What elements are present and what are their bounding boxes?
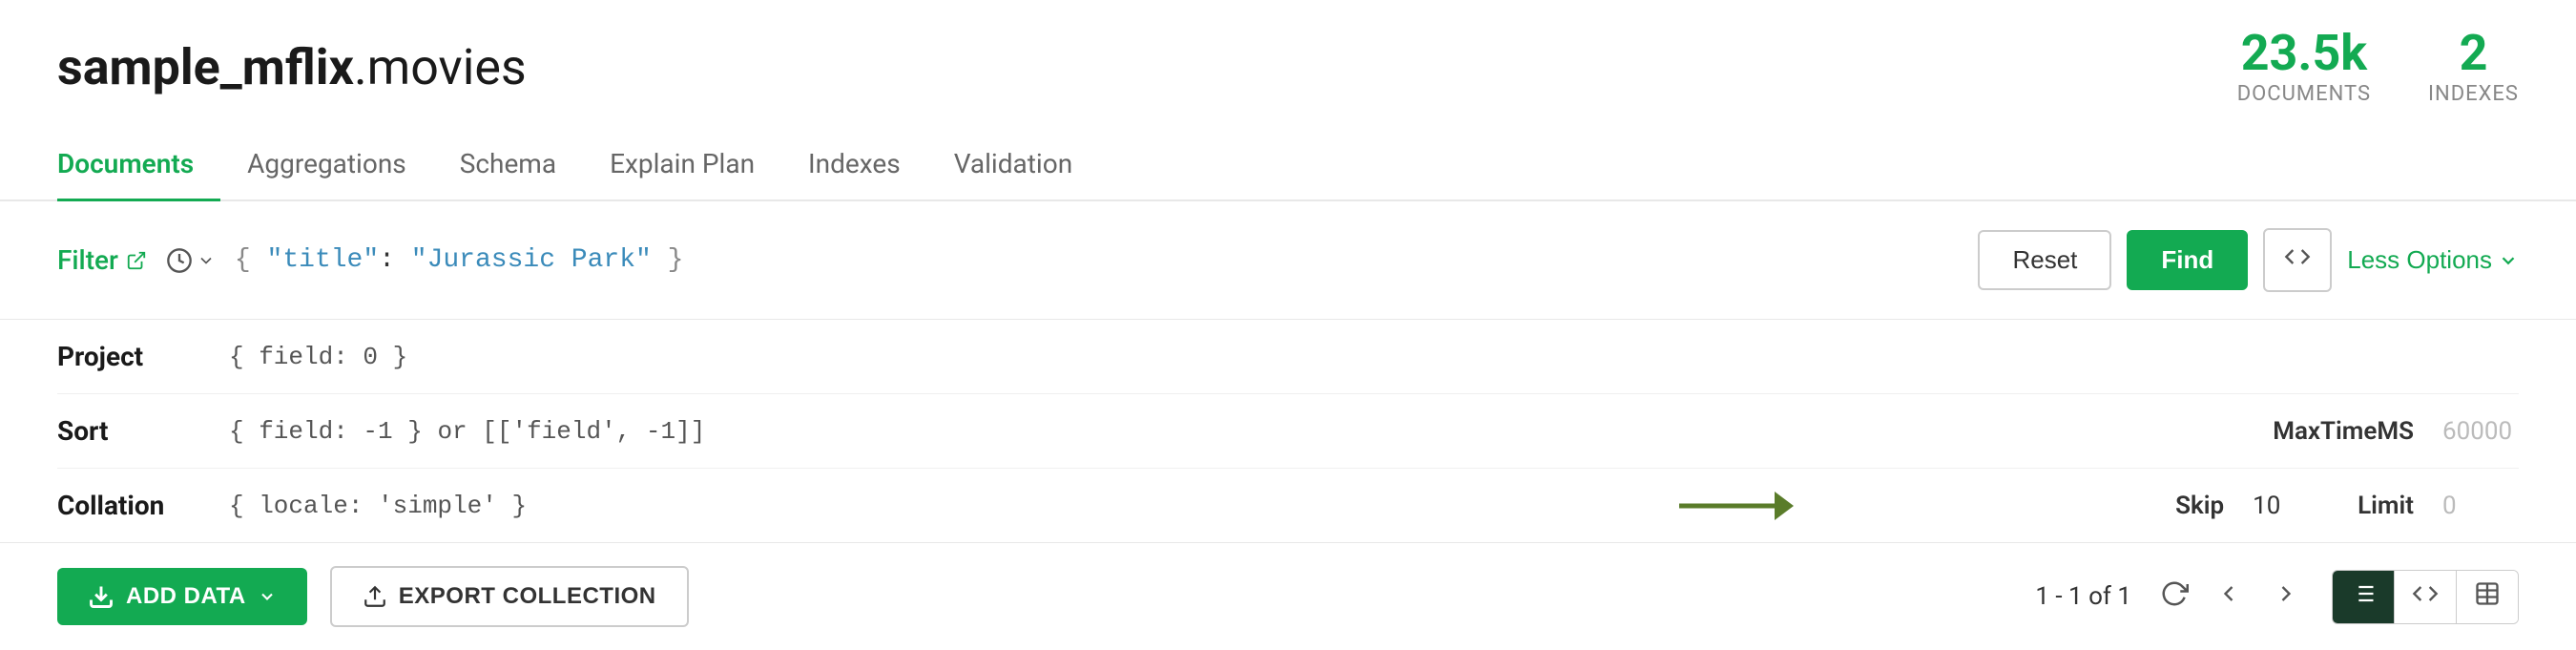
external-link-icon xyxy=(126,250,147,271)
project-label: Project xyxy=(57,341,229,372)
export-label: EXPORT COLLECTION xyxy=(399,583,656,610)
less-options-label: Less Options xyxy=(2347,245,2492,275)
filter-row: Filter { "title": "Jurassic Park" } xyxy=(57,228,2519,292)
limit-value[interactable]: 0 xyxy=(2442,492,2519,520)
filter-controls xyxy=(166,247,216,274)
sort-row-right: MaxTimeMS 60000 xyxy=(2273,417,2519,446)
bracket-close: } xyxy=(652,245,684,275)
add-data-chevron-icon xyxy=(258,587,277,606)
sort-label: Sort xyxy=(57,415,229,447)
project-row: Project { field: 0 } xyxy=(57,320,2519,394)
options-rows: Project { field: 0 } Sort { field: -1 } … xyxy=(0,320,2576,542)
bottom-left: ADD DATA EXPORT COLLECTION xyxy=(57,566,689,627)
prev-page-button[interactable] xyxy=(2206,575,2252,619)
collation-row: Collation { locale: 'simple' } Skip 10 L… xyxy=(57,469,2519,542)
tab-validation[interactable]: Validation xyxy=(927,129,1099,201)
json-view-icon xyxy=(2412,580,2439,607)
add-data-button[interactable]: ADD DATA xyxy=(57,568,307,625)
sort-value-text: { field: -1 } xyxy=(229,417,437,446)
tab-documents[interactable]: Documents xyxy=(57,129,220,201)
chevron-right-icon xyxy=(2273,580,2299,607)
download-icon xyxy=(88,583,114,610)
pagination-info: 1 - 1 of 1 xyxy=(2035,582,2131,611)
limit-label: Limit xyxy=(2358,492,2414,520)
next-page-button[interactable] xyxy=(2263,575,2309,619)
add-data-label: ADD DATA xyxy=(126,583,246,610)
tab-aggregations[interactable]: Aggregations xyxy=(220,129,433,201)
header: sample_mflix.movies 23.5k DOCUMENTS 2 IN… xyxy=(0,0,2576,106)
indexes-count: 2 xyxy=(2428,29,2519,78)
sort-value-alt: [['field', -1]] xyxy=(467,417,706,446)
filter-input-display[interactable]: { "title": "Jurassic Park" } xyxy=(235,245,1960,275)
chevron-down-icon xyxy=(197,251,216,270)
project-value[interactable]: { field: 0 } xyxy=(229,343,2519,371)
filter-text: Filter xyxy=(57,244,118,276)
less-options-button[interactable]: Less Options xyxy=(2347,245,2519,275)
list-view-icon xyxy=(2350,580,2377,607)
filter-colon: : xyxy=(379,245,411,275)
export-icon xyxy=(363,584,387,609)
db-name: sample_mflix xyxy=(57,38,354,96)
header-stats: 23.5k DOCUMENTS 2 INDEXES xyxy=(2237,29,2519,106)
chevron-down-icon-options xyxy=(2498,250,2519,271)
table-view-button[interactable] xyxy=(2457,571,2518,623)
skip-value[interactable]: 10 xyxy=(2253,492,2329,520)
tabs-container: Documents Aggregations Schema Explain Pl… xyxy=(0,129,2576,201)
collation-row-right: Skip 10 Limit 0 xyxy=(2175,492,2519,520)
collation-label: Collation xyxy=(57,490,229,521)
reset-button[interactable]: Reset xyxy=(1978,230,2111,290)
code-icon xyxy=(2284,243,2311,270)
tab-schema[interactable]: Schema xyxy=(433,129,583,201)
code-button[interactable] xyxy=(2263,228,2332,292)
arrow-container xyxy=(1679,482,1794,530)
refresh-button[interactable] xyxy=(2154,574,2194,620)
filter-label: Filter xyxy=(57,244,147,276)
skip-label: Skip xyxy=(2175,492,2224,520)
indexes-stat: 2 INDEXES xyxy=(2428,29,2519,106)
documents-count: 23.5k xyxy=(2237,29,2371,78)
maxtimems-value[interactable]: 60000 xyxy=(2442,417,2519,446)
clock-icon xyxy=(166,247,193,274)
chevron-left-icon xyxy=(2215,580,2242,607)
table-view-icon xyxy=(2474,580,2501,607)
documents-stat: 23.5k DOCUMENTS xyxy=(2237,29,2371,106)
tab-indexes[interactable]: Indexes xyxy=(781,129,927,201)
tab-explain-plan[interactable]: Explain Plan xyxy=(583,129,781,201)
documents-label: DOCUMENTS xyxy=(2237,82,2371,106)
refresh-icon xyxy=(2160,579,2189,608)
export-collection-button[interactable]: EXPORT COLLECTION xyxy=(330,566,689,627)
sort-value[interactable]: { field: -1 } or [['field', -1]] xyxy=(229,417,2273,446)
right-arrow-icon xyxy=(1679,482,1794,530)
sort-row: Sort { field: -1 } or [['field', -1]] Ma… xyxy=(57,394,2519,469)
maxtimems-label: MaxTimeMS xyxy=(2273,417,2414,446)
indexes-label: INDEXES xyxy=(2428,82,2519,106)
history-button[interactable] xyxy=(166,247,216,274)
json-view-button[interactable] xyxy=(2395,571,2457,623)
bracket-open: { xyxy=(235,245,267,275)
filter-key: "title" xyxy=(267,245,380,275)
bottom-bar: ADD DATA EXPORT COLLECTION 1 - 1 of 1 xyxy=(0,542,2576,650)
filter-actions: Reset Find Less Options xyxy=(1978,228,2519,292)
bottom-right: 1 - 1 of 1 xyxy=(2035,570,2519,624)
pagination-controls xyxy=(2154,574,2309,620)
list-view-button[interactable] xyxy=(2333,571,2395,623)
find-button[interactable]: Find xyxy=(2127,230,2248,290)
filter-value: "Jurassic Park" xyxy=(411,245,652,275)
collection-title: sample_mflix.movies xyxy=(57,38,527,96)
sort-or-text: or xyxy=(437,417,467,446)
filter-section: Filter { "title": "Jurassic Park" } xyxy=(0,201,2576,320)
collection-name: .movies xyxy=(354,38,527,96)
view-buttons xyxy=(2332,570,2519,624)
